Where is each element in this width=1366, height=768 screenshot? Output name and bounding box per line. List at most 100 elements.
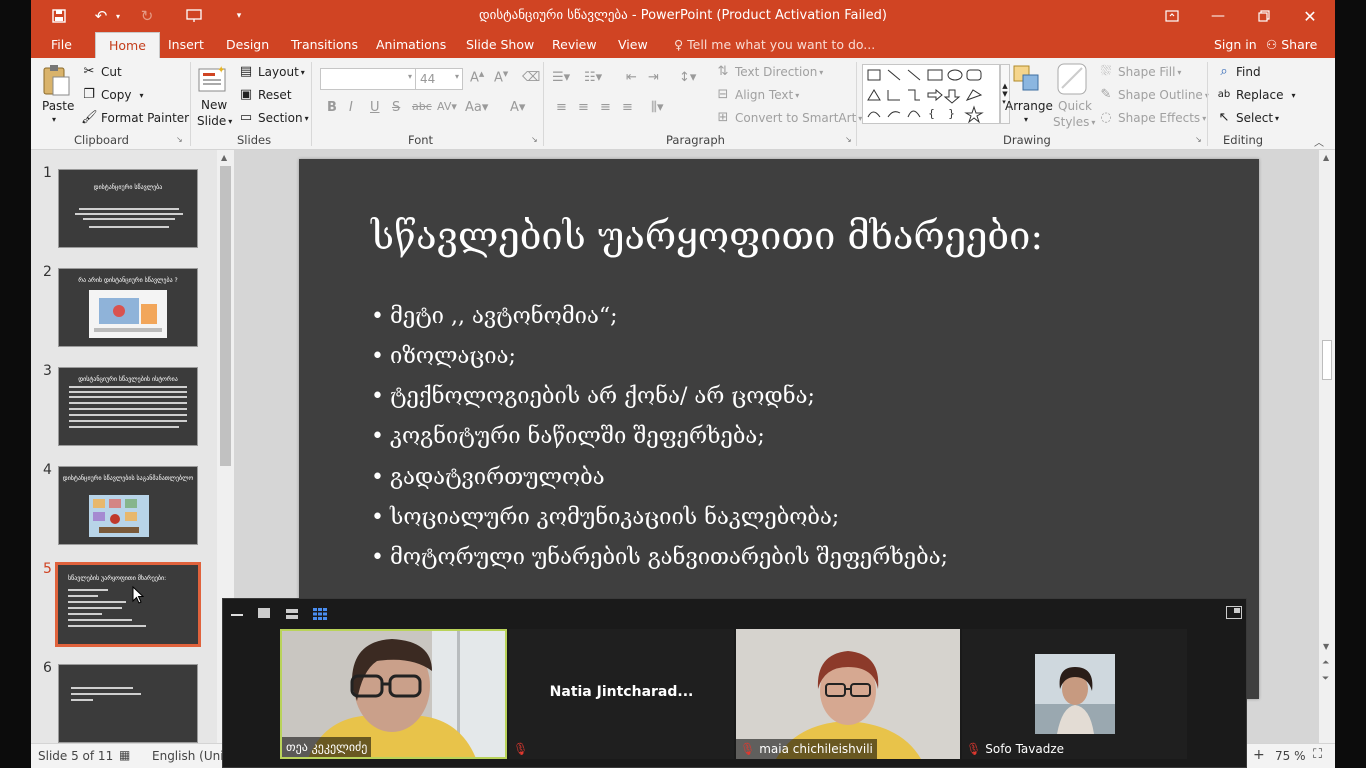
exit-minimized-icon[interactable] <box>1226 606 1242 619</box>
slide-title[interactable]: სწავლების უარყოფითი მხარეები: <box>371 214 1043 258</box>
slide-bullet[interactable]: იზოლაცია; <box>371 344 516 369</box>
participant-tile-2[interactable]: Natia Jintcharad... 🎙 <box>509 629 734 759</box>
slide-bullet[interactable]: მოტორული უნარების განვითარების შეფერხება… <box>371 545 948 570</box>
participant-tile-1[interactable]: თეა კეკელიძე <box>280 629 507 759</box>
drawing-launcher-icon[interactable]: ↘ <box>1195 135 1202 144</box>
section-button[interactable]: ▭ Section ▾ <box>238 110 309 126</box>
scroll-down-icon[interactable]: ▼ <box>1323 642 1329 651</box>
change-case-icon[interactable]: Aa▾ <box>465 100 488 115</box>
previous-slide-icon[interactable]: ⏶ <box>1322 658 1329 668</box>
slide-bullet[interactable]: მეტი ,, ავტონომია“; <box>371 304 618 329</box>
italic-icon[interactable]: I <box>349 100 353 115</box>
sign-in-link[interactable]: Sign in <box>1214 37 1257 52</box>
slide-scroll-thumb[interactable] <box>1322 340 1332 380</box>
numbering-icon[interactable]: ☷▾ <box>584 70 602 85</box>
font-color-icon[interactable]: A▾ <box>510 100 525 115</box>
gallery-view-icon[interactable] <box>313 608 327 620</box>
speaker-view-icon[interactable] <box>258 608 270 618</box>
tab-home[interactable]: Home <box>95 32 160 59</box>
restore-button[interactable] <box>1242 2 1286 30</box>
clear-formatting-icon[interactable]: ⌫ <box>522 70 540 85</box>
paragraph-launcher-icon[interactable]: ↘ <box>845 135 852 144</box>
copy-button[interactable]: ❐ Copy ▾ <box>81 87 143 103</box>
shapes-gallery[interactable]: {} <box>862 64 1000 124</box>
slide-thumbnail-2[interactable]: რა არის დისტანციური სწავლება ? <box>58 268 198 347</box>
arrange-icon[interactable] <box>1011 62 1045 96</box>
underline-icon[interactable]: U <box>370 100 380 115</box>
decrease-indent-icon[interactable]: ⇤ <box>626 70 637 85</box>
copy-dropdown-icon[interactable]: ▾ <box>139 91 143 100</box>
tab-view[interactable]: View <box>618 37 648 52</box>
strikethrough-icon[interactable]: abc <box>412 100 432 113</box>
slide-thumbnail-1[interactable]: დისტანციური სწავლება <box>58 169 198 248</box>
minimize-button[interactable]: — <box>1196 2 1240 30</box>
line-spacing-icon[interactable]: ↕▾ <box>679 70 696 85</box>
tab-file[interactable]: File <box>51 37 72 52</box>
zoom-in-icon[interactable]: + <box>1253 747 1265 763</box>
scroll-up-icon[interactable]: ▲ <box>221 153 227 162</box>
tell-me-search[interactable]: ♀ Tell me what you want to do... <box>674 37 875 52</box>
cut-button[interactable]: ✂ Cut <box>81 64 122 80</box>
collapse-ribbon-icon[interactable]: ︿ <box>1314 134 1324 149</box>
convert-smartart-button[interactable]: ⊞ Convert to SmartArt ▾ <box>715 110 863 126</box>
close-button[interactable]: ✕ <box>1288 2 1332 30</box>
share-button[interactable]: ⚇ Share <box>1266 37 1317 52</box>
shrink-font-icon[interactable]: A▼ <box>494 70 508 85</box>
tab-slide-show[interactable]: Slide Show <box>466 37 534 52</box>
slide-bullet[interactable]: სოციალური კომუნიკაციის ნაკლებობა; <box>371 505 839 530</box>
tab-review[interactable]: Review <box>552 37 597 52</box>
spell-check-icon[interactable]: ▦ <box>119 748 130 762</box>
text-direction-button[interactable]: ⇅ Text Direction ▾ <box>715 64 824 80</box>
clipboard-launcher-icon[interactable]: ↘ <box>176 135 183 144</box>
paste-icon[interactable] <box>41 62 73 98</box>
new-slide-icon[interactable]: ✦ <box>197 62 229 96</box>
font-launcher-icon[interactable]: ↘ <box>531 135 538 144</box>
paste-dropdown-icon[interactable]: ▾ <box>52 115 56 124</box>
slide-thumbnail-6[interactable] <box>58 664 198 743</box>
tab-animations[interactable]: Animations <box>376 37 446 52</box>
minimize-meeting-icon[interactable] <box>231 614 243 616</box>
shape-effects-button[interactable]: ◌ Shape Effects ▾ <box>1098 110 1206 126</box>
bullets-icon[interactable]: ☰▾ <box>552 70 570 85</box>
slide-thumbnail-3[interactable]: დისტანციური სწავლების ისტორია <box>58 367 198 446</box>
find-button[interactable]: ⌕ Find <box>1216 64 1260 80</box>
replace-button[interactable]: ab Replace ▾ <box>1216 87 1296 103</box>
ribbon-display-icon[interactable] <box>1150 2 1194 30</box>
strip-view-icon[interactable] <box>286 608 298 619</box>
shapes-gallery-scroll[interactable]: ▲ ▼ ▾ <box>1000 64 1010 124</box>
layout-button[interactable]: ▤ Layout ▾ <box>238 64 305 80</box>
columns-icon[interactable]: ⫼▾ <box>651 100 664 115</box>
scroll-up-icon[interactable]: ▲ <box>1323 153 1329 162</box>
character-spacing-icon[interactable]: AV▾ <box>437 100 457 113</box>
reset-button[interactable]: ▣ Reset <box>238 87 292 103</box>
thumbnails-scroll-thumb[interactable] <box>220 166 231 466</box>
slide-thumbnail-5[interactable]: სწავლების უარყოფითი მხარეები: <box>55 562 201 647</box>
shape-outline-button[interactable]: ✎Shape Outline▾ <box>1098 87 1209 103</box>
participant-tile-4[interactable]: 🎙 Sofo Tavadze <box>962 629 1187 759</box>
format-painter-button[interactable]: 🖌 Format Painter <box>81 110 189 126</box>
new-slide-button-line2[interactable]: Slide ▾ <box>197 114 232 128</box>
arrange-dropdown-icon[interactable]: ▾ <box>1024 115 1028 124</box>
align-center-icon[interactable]: ≡ <box>578 100 589 115</box>
slide-bullet[interactable]: გადატვირთულობა <box>371 465 605 490</box>
paste-button[interactable]: Paste <box>42 99 74 113</box>
tab-design[interactable]: Design <box>226 37 269 52</box>
shape-fill-button[interactable]: ⛆ Shape Fill ▾ <box>1098 64 1182 80</box>
increase-indent-icon[interactable]: ⇥ <box>648 70 659 85</box>
align-left-icon[interactable]: ≡ <box>556 100 567 115</box>
font-size-combo[interactable]: 44 ▾ <box>415 68 463 90</box>
new-slide-button[interactable]: New <box>201 98 227 112</box>
participant-tile-3[interactable]: 🎙 maia chichileishvili <box>736 629 960 759</box>
next-slide-icon[interactable]: ⏷ <box>1322 674 1329 684</box>
select-button[interactable]: ↖ Select ▾ <box>1216 110 1280 126</box>
tab-transitions[interactable]: Transitions <box>291 37 358 52</box>
quick-styles-button-line2[interactable]: Styles ▾ <box>1053 115 1095 129</box>
zoom-level[interactable]: 75 % <box>1275 749 1306 763</box>
arrange-button[interactable]: Arrange <box>1005 99 1053 113</box>
font-name-combo[interactable]: ▾ <box>320 68 416 90</box>
slide-thumbnail-4[interactable]: დისტანციური სწავლების საგანმანათლებლო <box>58 466 198 545</box>
align-right-icon[interactable]: ≡ <box>600 100 611 115</box>
shadow-icon[interactable]: S <box>392 100 400 115</box>
grow-font-icon[interactable]: A▲ <box>470 70 484 85</box>
fit-slide-icon[interactable]: ⛶ <box>1313 747 1322 762</box>
